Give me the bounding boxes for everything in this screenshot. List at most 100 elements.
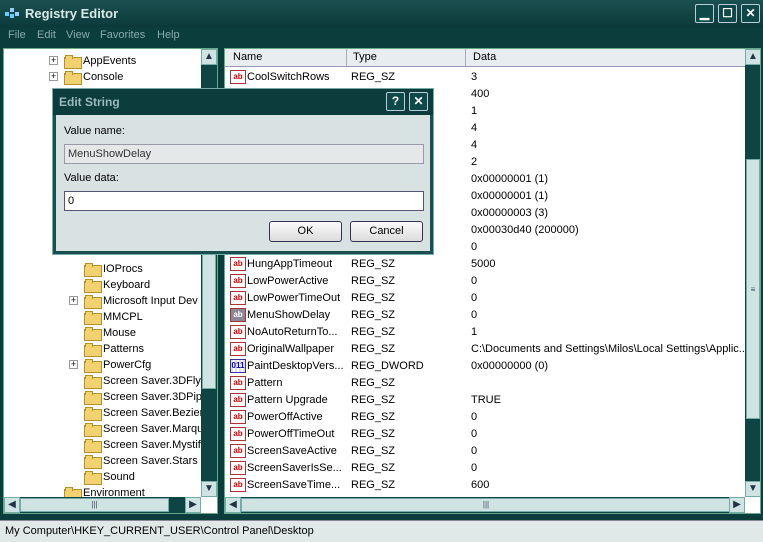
tree-hscroll-thumb[interactable]: ||| bbox=[20, 498, 169, 512]
tree-item[interactable]: Keyboard bbox=[84, 277, 150, 294]
value-row[interactable]: 011 PaintDesktopVers... REG_DWORD 0x0000000… bbox=[225, 358, 745, 375]
value-type: REG_DWORD bbox=[351, 360, 424, 372]
value-row[interactable]: ab OriginalWallpaper REG_SZ C:\Documents an… bbox=[225, 341, 748, 358]
scroll-right-icon[interactable]: ▶ bbox=[185, 497, 201, 513]
value-name: Pattern Upgrade bbox=[247, 394, 328, 406]
tree-item-label: Patterns bbox=[103, 343, 144, 355]
value-type: REG_SZ bbox=[351, 445, 396, 457]
tree-item-label: Mouse bbox=[103, 327, 137, 339]
folder-icon bbox=[84, 471, 102, 486]
minimize-button[interactable]: ▁ bbox=[695, 4, 714, 23]
value-row[interactable]: ab PowerOffActive REG_SZ 0 bbox=[225, 409, 745, 426]
tree-item[interactable]: Sound bbox=[84, 469, 135, 486]
string-value-icon: ab bbox=[230, 308, 246, 322]
list-scroll-thumb[interactable]: ≡ bbox=[746, 159, 760, 419]
folder-icon bbox=[84, 375, 102, 390]
dialog-close-button[interactable]: ✕ bbox=[409, 92, 428, 111]
tree-item[interactable]: + Microsoft Input Dev bbox=[69, 293, 198, 310]
expand-icon[interactable]: + bbox=[69, 296, 78, 305]
help-button[interactable]: ? bbox=[386, 92, 405, 111]
scroll-down-icon[interactable]: ▼ bbox=[201, 481, 217, 497]
folder-icon bbox=[84, 263, 102, 278]
tree-item[interactable]: + PowerCfg bbox=[69, 357, 151, 374]
value-name: ScreenSaverIsSe... bbox=[247, 462, 342, 474]
value-name: HungAppTimeout bbox=[247, 258, 333, 270]
value-data-input[interactable] bbox=[64, 191, 424, 211]
tree-item[interactable]: Mouse bbox=[84, 325, 137, 342]
value-data: 0x00000003 (3) bbox=[471, 207, 549, 219]
tree-item[interactable]: Screen Saver.3DFly bbox=[84, 373, 201, 390]
window-title: Registry Editor bbox=[25, 6, 119, 21]
value-name: OriginalWallpaper bbox=[247, 343, 335, 355]
scroll-left-icon[interactable]: ◀ bbox=[4, 497, 20, 513]
folder-icon bbox=[64, 55, 82, 70]
value-row[interactable]: ab Pattern REG_SZ bbox=[225, 375, 745, 392]
menu-file[interactable]: File bbox=[8, 29, 26, 41]
value-row[interactable]: ab LowPowerActive REG_SZ 0 bbox=[225, 273, 745, 290]
scroll-up-icon[interactable]: ▲ bbox=[201, 49, 217, 65]
scroll-left-icon[interactable]: ◀ bbox=[225, 497, 241, 513]
tree-item[interactable]: IOProcs bbox=[84, 261, 143, 278]
value-name: PowerOffTimeOut bbox=[247, 428, 335, 440]
value-row[interactable]: ab ScreenSaveActive REG_SZ 0 bbox=[225, 443, 745, 460]
value-type: REG_SZ bbox=[351, 71, 396, 83]
value-name: PaintDesktopVers... bbox=[247, 360, 344, 372]
tree-item[interactable]: Screen Saver.Stars bbox=[84, 453, 198, 470]
value-row[interactable]: ab PowerOffTimeOut REG_SZ 0 bbox=[225, 426, 745, 443]
tree-item[interactable]: + AppEvents bbox=[49, 53, 136, 70]
string-value-icon: ab bbox=[230, 461, 246, 475]
value-row[interactable]: ab CoolSwitchRows REG_SZ 3 bbox=[225, 69, 745, 86]
value-data: 0x00000000 (0) bbox=[471, 360, 549, 372]
scroll-up-icon[interactable]: ▲ bbox=[745, 49, 760, 65]
value-row[interactable]: ab Pattern Upgrade REG_SZ TRUE bbox=[225, 392, 745, 409]
value-row[interactable]: ab ScreenSaveTime... REG_SZ 600 bbox=[225, 477, 745, 494]
value-name: MenuShowDelay bbox=[247, 309, 331, 321]
folder-icon bbox=[64, 71, 82, 86]
tree-item[interactable]: Screen Saver.Mystif bbox=[84, 437, 201, 454]
list-horizontal-scrollbar[interactable]: ◀ ||| ▶ bbox=[225, 497, 745, 513]
column-type[interactable]: Type bbox=[353, 51, 377, 63]
cancel-button[interactable]: Cancel bbox=[350, 221, 423, 242]
menu-edit[interactable]: Edit bbox=[37, 29, 56, 41]
scroll-right-icon[interactable]: ▶ bbox=[729, 497, 745, 513]
tree-item[interactable]: MMCPL bbox=[84, 309, 143, 326]
list-hscroll-thumb[interactable]: ||| bbox=[241, 498, 731, 512]
close-button[interactable]: ✕ bbox=[741, 4, 760, 23]
dialog-title-bar[interactable]: Edit String ? ✕ bbox=[53, 89, 433, 115]
value-type: REG_SZ bbox=[351, 377, 396, 389]
value-row[interactable]: ab MenuShowDelay REG_SZ 0 bbox=[225, 307, 745, 324]
value-row[interactable]: ab LowPowerTimeOut REG_SZ 0 bbox=[225, 290, 745, 307]
column-name[interactable]: Name bbox=[233, 51, 262, 63]
value-row[interactable]: ab ScreenSaverIsSe... REG_SZ 0 bbox=[225, 460, 745, 477]
column-separator[interactable] bbox=[346, 49, 347, 67]
menu-help[interactable]: Help bbox=[157, 29, 180, 41]
expand-icon[interactable]: + bbox=[69, 360, 78, 369]
ok-button[interactable]: OK bbox=[269, 221, 342, 242]
maximize-button[interactable]: ☐ bbox=[718, 4, 737, 23]
list-vertical-scrollbar[interactable]: ▲ ≡ ▼ bbox=[745, 49, 760, 497]
menu-favorites[interactable]: Favorites bbox=[100, 29, 145, 41]
tree-item[interactable]: Patterns bbox=[84, 341, 144, 358]
value-row[interactable]: ab HungAppTimeout REG_SZ 5000 bbox=[225, 256, 745, 273]
value-name-field bbox=[64, 144, 424, 164]
tree-item[interactable]: Screen Saver.Bezier bbox=[84, 405, 203, 422]
title-bar[interactable]: Registry Editor ▁ ☐ ✕ bbox=[0, 0, 763, 27]
scroll-down-icon[interactable]: ▼ bbox=[745, 481, 760, 497]
value-data: 0x00000001 (1) bbox=[471, 173, 549, 185]
list-header: Name Type Data bbox=[225, 49, 745, 67]
column-data[interactable]: Data bbox=[473, 51, 496, 63]
value-row[interactable]: ab NoAutoReturnTo... REG_SZ 1 bbox=[225, 324, 745, 341]
menu-view[interactable]: View bbox=[66, 29, 90, 41]
tree-item[interactable]: Screen Saver.3DPip bbox=[84, 389, 202, 406]
expand-icon[interactable]: + bbox=[49, 72, 58, 81]
tree-horizontal-scrollbar[interactable]: ◀ ||| ▶ bbox=[4, 497, 201, 513]
value-name: LowPowerActive bbox=[247, 275, 329, 287]
expand-icon[interactable]: + bbox=[49, 56, 58, 65]
value-data: 0 bbox=[471, 428, 478, 440]
tree-item[interactable]: Screen Saver.Marqu bbox=[84, 421, 203, 438]
value-type: REG_SZ bbox=[351, 411, 396, 423]
tree-item[interactable]: + Console bbox=[49, 69, 123, 86]
column-separator[interactable] bbox=[465, 49, 466, 67]
tree-item-label: Microsoft Input Dev bbox=[103, 295, 198, 307]
value-data: 0 bbox=[471, 292, 478, 304]
